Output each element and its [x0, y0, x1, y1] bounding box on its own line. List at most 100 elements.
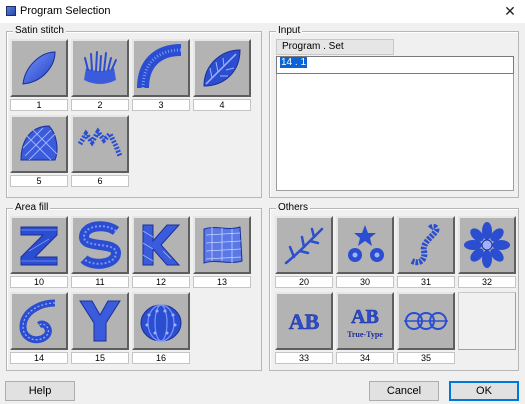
program-cell-20: 20 — [275, 216, 333, 288]
program-cell-12: 12 — [132, 216, 190, 288]
program-number: 4 — [193, 99, 251, 111]
program-button-12[interactable] — [132, 216, 190, 274]
program-button-14[interactable] — [10, 292, 68, 350]
program-button-16[interactable] — [132, 292, 190, 350]
program-cell-30: 30 — [336, 216, 394, 288]
program-number: 10 — [10, 276, 68, 288]
program-button-35[interactable] — [397, 292, 455, 350]
flowers-icon — [348, 225, 384, 262]
program-set-value: 14 . 1 — [280, 57, 308, 68]
program-button-6[interactable] — [71, 115, 129, 173]
program-button-1[interactable] — [10, 39, 68, 97]
program-button-2[interactable] — [71, 39, 129, 97]
fill-letter-z-icon — [20, 226, 58, 266]
satin-fringe-icon — [84, 51, 117, 84]
program-set-input[interactable]: 14 . 1 — [276, 56, 514, 74]
program-button-32[interactable] — [458, 216, 516, 274]
satin-zigzag-icon — [77, 127, 123, 157]
program-cell-4: 4 — [193, 39, 251, 111]
program-cell-16: 16 — [132, 292, 190, 364]
program-cell-5: 5 — [10, 115, 68, 187]
program-button-34[interactable]: AB True-Type — [336, 292, 394, 350]
program-cell-2: 2 — [71, 39, 129, 111]
fill-letter-k-icon — [142, 224, 181, 266]
program-number: 11 — [71, 276, 129, 288]
text-ab-truetype-icon: AB True-Type — [347, 306, 383, 339]
program-button-13[interactable] — [193, 216, 251, 274]
program-button-30[interactable] — [336, 216, 394, 274]
svg-text:True-Type: True-Type — [347, 330, 383, 339]
program-cell-33: AB 33 — [275, 292, 333, 364]
satin-arc-icon — [137, 44, 182, 89]
branch-icon — [284, 227, 324, 265]
circle-chain-icon — [404, 312, 448, 330]
program-cell-32: 32 — [458, 216, 516, 288]
program-set-column-header: Program . Set — [276, 39, 394, 55]
ok-button[interactable]: OK — [449, 381, 519, 401]
window-title: Program Selection — [20, 5, 111, 17]
input-legend: Input — [276, 25, 303, 37]
satin-leaf-filled-icon — [203, 49, 241, 87]
program-number: 13 — [193, 276, 251, 288]
text-ab-icon: AB — [288, 309, 320, 335]
title-bar: Program Selection ✕ — [0, 0, 525, 23]
fill-mesh-icon — [203, 226, 243, 264]
fill-pumpkin-icon — [140, 304, 182, 342]
program-cell-15: 15 — [71, 292, 129, 364]
program-cell-13: 13 — [193, 216, 251, 288]
program-number — [458, 352, 516, 364]
help-button[interactable]: Help — [5, 381, 75, 401]
program-number: 14 — [10, 352, 68, 364]
program-number: 1 — [10, 99, 68, 111]
program-cell-31: 31 — [397, 216, 455, 288]
program-number: 6 — [71, 175, 129, 187]
others-legend: Others — [276, 202, 311, 214]
program-number: 33 — [275, 352, 333, 364]
program-number: 30 — [336, 276, 394, 288]
program-button-15[interactable] — [71, 292, 129, 350]
program-number: 5 — [10, 175, 68, 187]
program-button-11[interactable] — [71, 216, 129, 274]
program-number: 2 — [71, 99, 129, 111]
program-number: 15 — [71, 352, 129, 364]
program-number: 20 — [275, 276, 333, 288]
fill-letter-y-icon — [79, 300, 121, 342]
program-button-20[interactable] — [275, 216, 333, 274]
satin-leaf-icon — [22, 51, 56, 85]
program-button-3[interactable] — [132, 39, 190, 97]
program-number: 35 — [397, 352, 455, 364]
program-number: 3 — [132, 99, 190, 111]
program-number: 12 — [132, 276, 190, 288]
program-cell-1: 1 — [10, 39, 68, 111]
program-button-31[interactable] — [397, 216, 455, 274]
satin-stitch-legend: Satin stitch — [13, 25, 66, 37]
program-cell-35: 35 — [397, 292, 455, 364]
daisy-icon — [464, 222, 510, 268]
empty-program-slot — [458, 292, 516, 350]
fill-letter-s-icon — [78, 221, 122, 269]
program-number: 31 — [397, 276, 455, 288]
program-button-33[interactable]: AB — [275, 292, 333, 350]
close-button[interactable]: ✕ — [495, 0, 525, 23]
svg-text:AB: AB — [351, 306, 379, 328]
program-button-5[interactable] — [10, 115, 68, 173]
program-button-10[interactable] — [10, 216, 68, 274]
svg-text:AB: AB — [289, 309, 320, 334]
program-number: 16 — [132, 352, 190, 364]
program-number: 34 — [336, 352, 394, 364]
program-cell-14: 14 — [10, 292, 68, 364]
area-fill-legend: Area fill — [13, 202, 51, 214]
program-cell-6: 6 — [71, 115, 129, 187]
app-icon — [6, 6, 16, 16]
program-set-list[interactable] — [276, 74, 514, 191]
program-cell-3: 3 — [132, 39, 190, 111]
fill-swirl-icon — [19, 299, 56, 344]
cancel-button[interactable]: Cancel — [369, 381, 439, 401]
rope-icon — [410, 223, 440, 266]
program-button-4[interactable] — [193, 39, 251, 97]
close-icon: ✕ — [504, 3, 516, 19]
satin-shell-icon — [20, 125, 58, 161]
program-cell-empty — [458, 292, 516, 364]
program-number: 32 — [458, 276, 516, 288]
program-cell-34: AB True-Type 34 — [336, 292, 394, 364]
